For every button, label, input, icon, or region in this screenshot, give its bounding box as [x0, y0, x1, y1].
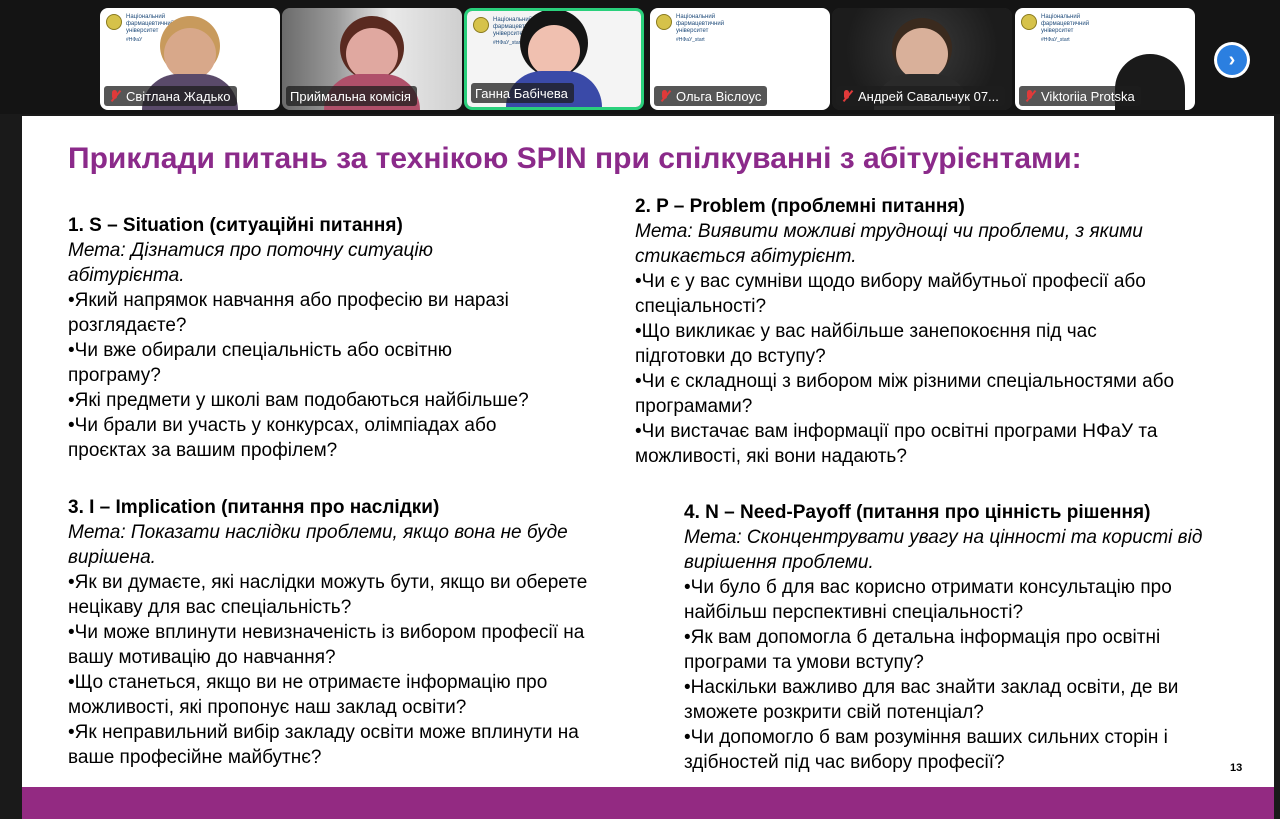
logo-text: Національний фармацевтичний університет [676, 14, 725, 34]
name-label: Viktoriia Protska [1019, 86, 1141, 106]
section-goal: вирішення проблеми. [684, 552, 874, 573]
slide-page-number: 13 [1230, 762, 1243, 774]
name-label: Світлана Жадько [104, 86, 237, 106]
participant-name: Приймальна комісія [290, 88, 411, 104]
question-line: •Що станеться, якщо ви не отримаєте інфо… [68, 672, 548, 693]
section-goal: Мета: Сконцентрувати увагу на цінності т… [684, 527, 1203, 548]
section-heading: 3. I – Implication (питання про наслідки… [68, 497, 440, 518]
slide-footer-bar [22, 787, 1274, 819]
university-logo-icon [1021, 14, 1037, 30]
participant-tile[interactable]: Національний фармацевтичний університет … [1015, 8, 1195, 110]
university-logo-icon [473, 17, 489, 33]
section-need-payoff: 4. N – Need-Payoff (питання про цінність… [684, 500, 1269, 775]
logo-tag: #НФаУ_start [1041, 37, 1070, 43]
question-line: •Що викликає у вас найбільше занепокоєнн… [635, 321, 1097, 342]
mic-off-icon [1023, 89, 1037, 103]
mic-off-icon [840, 89, 854, 103]
question-line: •Які предмети у школі вам подобаються на… [68, 390, 529, 411]
participant-tile[interactable]: Національний фармацевтичний університет … [100, 8, 280, 110]
participant-tile-active[interactable]: Національний фармацевтичний університет … [464, 8, 644, 110]
question-line: можливості, які вони надають? [635, 446, 907, 467]
question-line: програмами? [635, 396, 753, 417]
question-line: •Який напрямок навчання або професію ви … [68, 290, 509, 311]
university-logo-block: Національний фармацевтичний університет … [1021, 14, 1121, 43]
question-line: •Чи вистачає вам інформації про освітні … [635, 421, 1158, 442]
next-participants-button[interactable]: › [1214, 42, 1250, 78]
name-label: Приймальна комісія [286, 86, 417, 106]
question-line: •Чи є у вас сумніви щодо вибору майбутнь… [635, 271, 1146, 292]
question-line: нецікаву для вас спеціальність? [68, 597, 352, 618]
section-implication: 3. I – Implication (питання про наслідки… [68, 495, 658, 770]
participant-name: Ганна Бабічева [475, 85, 568, 101]
question-line: •Чи є складнощі з вибором між різними сп… [635, 371, 1175, 392]
question-line: програму? [68, 365, 161, 386]
question-line: •Чи може вплинути невизначеність із вибо… [68, 622, 585, 643]
section-problem: 2. P – Problem (проблемні питання) Мета:… [635, 194, 1265, 469]
question-line: здібностей під час вибору професії? [684, 752, 1005, 773]
name-label: Ганна Бабічева [471, 83, 574, 103]
university-logo-block: Національний фармацевтичний університет … [656, 14, 756, 43]
question-line: •Чи допомогло б вам розуміння ваших силь… [684, 727, 1168, 748]
section-goal: Мета: Показати наслідки проблеми, якщо в… [68, 522, 568, 543]
question-line: •Наскільки важливо для вас знайти заклад… [684, 677, 1179, 698]
question-line: ваше професійне майбутнє? [68, 747, 322, 768]
question-line: можливості, які пропонує наш заклад осві… [68, 697, 467, 718]
participant-name: Viktoriia Protska [1041, 88, 1135, 104]
question-line: підготовки до вступу? [635, 346, 826, 367]
chevron-right-icon: › [1217, 45, 1247, 75]
university-logo-icon [656, 14, 672, 30]
question-line: програми та умови вступу? [684, 652, 924, 673]
mic-off-icon [658, 89, 672, 103]
question-line: вашу мотивацію до навчання? [68, 647, 336, 668]
question-line: •Як вам допомогла б детальна інформація … [684, 627, 1161, 648]
slide-title: Приклади питань за технікою SPIN при спі… [68, 142, 1082, 175]
section-situation: 1. S – Situation (ситуаційні питання) Ме… [68, 213, 628, 463]
question-line: найбільш перспективні спеціальності? [684, 602, 1024, 623]
section-goal: стикається абітурієнт. [635, 246, 857, 267]
participant-tile[interactable]: Приймальна комісія [282, 8, 462, 110]
question-line: проєктах за вашим профілем? [68, 440, 338, 461]
shared-slide: Приклади питань за технікою SPIN при спі… [22, 116, 1274, 819]
question-line: зможете розкрити свій потенціал? [684, 702, 984, 723]
question-line: спеціальності? [635, 296, 767, 317]
name-label: Андрей Савальчук 07... [836, 86, 1005, 106]
mic-off-icon [108, 89, 122, 103]
participant-name: Ольга Віслоус [676, 88, 762, 104]
participant-tile[interactable]: Андрей Савальчук 07... [832, 8, 1012, 110]
participant-tile[interactable]: Національний фармацевтичний університет … [650, 8, 830, 110]
question-line: розглядаєте? [68, 315, 187, 336]
participant-name: Світлана Жадько [126, 88, 231, 104]
section-heading: 4. N – Need-Payoff (питання про цінність… [684, 502, 1151, 523]
section-heading: 2. P – Problem (проблемні питання) [635, 196, 965, 217]
section-goal: Мета: Виявити можливі труднощі чи пробле… [635, 221, 1143, 242]
logo-text: Національний фармацевтичний університет [1041, 14, 1090, 34]
question-line: •Як ви думаєте, які наслідки можуть бути… [68, 572, 588, 593]
name-label: Ольга Віслоус [654, 86, 768, 106]
question-line: •Чи було б для вас корисно отримати конс… [684, 577, 1172, 598]
section-heading: 1. S – Situation (ситуаційні питання) [68, 215, 403, 236]
question-line: •Як неправильний вибір закладу освіти мо… [68, 722, 579, 743]
section-goal: Мета: Дізнатися про поточну ситуацію [68, 240, 433, 261]
logo-tag: #НФаУ_start [676, 37, 705, 43]
participant-name: Андрей Савальчук 07... [858, 88, 999, 104]
university-logo-icon [106, 14, 122, 30]
section-goal: вирішена. [68, 547, 156, 568]
question-line: •Чи вже обирали спеціальність або освітн… [68, 340, 453, 361]
participant-strip: Національний фармацевтичний університет … [0, 0, 1280, 114]
section-goal: абітурієнта. [68, 265, 185, 286]
question-line: •Чи брали ви участь у конкурсах, олімпіа… [68, 415, 497, 436]
